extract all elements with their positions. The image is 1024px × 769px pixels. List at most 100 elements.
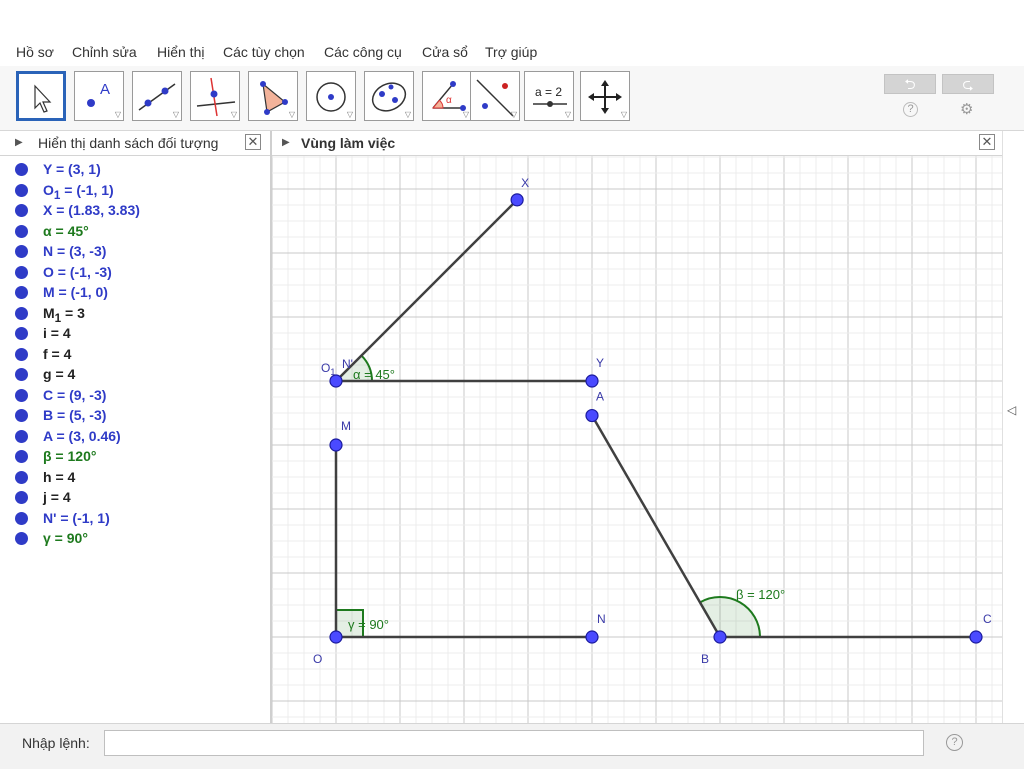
algebra-item-text: h = 4 bbox=[43, 468, 76, 485]
tool-move-graphics[interactable]: ▽ bbox=[580, 71, 630, 121]
menu-options[interactable]: Các tùy chọn bbox=[223, 44, 305, 60]
tool-slider[interactable]: a = 2 ▽ bbox=[524, 71, 574, 121]
move-arrow-icon bbox=[34, 84, 52, 113]
help-icon[interactable]: ? bbox=[903, 102, 918, 117]
algebra-item[interactable]: g = 4 bbox=[0, 364, 270, 385]
algebra-item[interactable]: O = (-1, -3) bbox=[0, 262, 270, 283]
algebra-item[interactable]: j = 4 bbox=[0, 487, 270, 508]
algebra-item[interactable]: f = 4 bbox=[0, 344, 270, 365]
algebra-item[interactable]: i = 4 bbox=[0, 323, 270, 344]
visibility-dot-icon[interactable] bbox=[15, 429, 28, 443]
visibility-dot-icon[interactable] bbox=[15, 532, 28, 545]
algebra-item[interactable]: γ = 90° bbox=[0, 528, 270, 549]
angle-label: β = 120° bbox=[736, 587, 785, 602]
algebra-item[interactable]: N = (3, -3) bbox=[0, 241, 270, 262]
expand-panel-icon[interactable]: ◁ bbox=[1007, 403, 1016, 417]
slider-icon-label: a = 2 bbox=[535, 85, 562, 99]
algebra-item-text: γ = 90° bbox=[43, 530, 88, 546]
menu-bar: Hồ sơ Chỉnh sửa Hiển thị Các tùy chọn Cá… bbox=[0, 40, 1024, 64]
tool-perpendicular[interactable]: ▽ bbox=[190, 71, 240, 121]
algebra-item[interactable]: O1 = (-1, 1) bbox=[0, 180, 270, 201]
visibility-dot-icon[interactable] bbox=[15, 491, 28, 504]
visibility-dot-icon[interactable] bbox=[15, 183, 28, 197]
menu-view[interactable]: Hiển thị bbox=[157, 44, 204, 60]
point-label: O bbox=[313, 652, 322, 666]
command-input[interactable] bbox=[104, 730, 924, 756]
menu-file[interactable]: Hồ sơ bbox=[16, 44, 54, 60]
algebra-item[interactable]: A = (3, 0.46) bbox=[0, 426, 270, 447]
algebra-item-text: C = (9, -3) bbox=[43, 386, 107, 403]
drawing-canvas[interactable]: α = 45°β = 120°γ = 90°XO1YAMONBCN' bbox=[272, 156, 1002, 723]
algebra-item[interactable]: B = (5, -3) bbox=[0, 405, 270, 426]
visibility-dot-icon[interactable] bbox=[15, 265, 28, 279]
algebra-item-text: f = 4 bbox=[43, 345, 72, 362]
menu-edit[interactable]: Chỉnh sửa bbox=[72, 44, 137, 60]
menu-help[interactable]: Trợ giúp bbox=[485, 44, 537, 60]
algebra-item-text: β = 120° bbox=[43, 448, 97, 464]
point-label: C bbox=[983, 612, 992, 626]
algebra-item-text: g = 4 bbox=[43, 366, 76, 382]
tool-line[interactable]: ▽ bbox=[132, 71, 182, 121]
algebra-item[interactable]: h = 4 bbox=[0, 467, 270, 488]
visibility-dot-icon[interactable] bbox=[15, 388, 28, 402]
tool-circle[interactable]: ▽ bbox=[306, 71, 356, 121]
collapse-arrow-icon[interactable]: ▶ bbox=[282, 137, 290, 148]
point-label: O1 bbox=[321, 361, 335, 377]
point-label: N' bbox=[342, 357, 353, 371]
close-algebra-icon[interactable]: ✕ bbox=[245, 134, 261, 150]
visibility-dot-icon[interactable] bbox=[15, 224, 28, 238]
tool-point[interactable]: A ▽ bbox=[74, 71, 124, 121]
tool-move[interactable] bbox=[16, 71, 66, 121]
algebra-item-text: O1 = (-1, 1) bbox=[43, 181, 114, 202]
algebra-item[interactable]: C = (9, -3) bbox=[0, 385, 270, 406]
menu-window[interactable]: Cửa sổ bbox=[422, 44, 468, 60]
point-label: M bbox=[341, 419, 351, 433]
algebra-item-text: N = (3, -3) bbox=[43, 243, 107, 259]
algebra-item[interactable]: X = (1.83, 3.83) bbox=[0, 200, 270, 221]
close-graphics-icon[interactable]: ✕ bbox=[979, 134, 995, 150]
help-icon[interactable]: ? bbox=[946, 734, 963, 751]
point-o bbox=[329, 630, 343, 644]
point-b bbox=[713, 630, 727, 644]
algebra-item[interactable]: N' = (-1, 1) bbox=[0, 508, 270, 529]
undo-button[interactable]: ⮌ bbox=[884, 74, 936, 94]
point-x bbox=[510, 193, 524, 207]
tool-polygon[interactable]: ▽ bbox=[248, 71, 298, 121]
tool-reflect[interactable]: ▽ bbox=[470, 71, 520, 121]
visibility-dot-icon[interactable] bbox=[15, 470, 28, 484]
visibility-dot-icon[interactable] bbox=[15, 450, 28, 463]
menu-tools[interactable]: Các công cụ bbox=[324, 44, 402, 60]
visibility-dot-icon[interactable] bbox=[15, 409, 28, 422]
point-label: X bbox=[521, 176, 529, 190]
algebra-view: ▶ Hiển thị danh sách đối tượng ✕ Y = (3,… bbox=[0, 131, 272, 723]
visibility-dot-icon[interactable] bbox=[15, 163, 28, 176]
point-label: B bbox=[701, 652, 709, 666]
algebra-item-text: i = 4 bbox=[43, 325, 71, 341]
collapse-arrow-icon[interactable]: ▶ bbox=[15, 137, 23, 148]
visibility-dot-icon[interactable] bbox=[15, 511, 28, 525]
settings-gear-icon[interactable]: ⚙ bbox=[960, 100, 973, 118]
segment bbox=[335, 198, 519, 382]
graphics-title: Vùng làm việc bbox=[301, 135, 396, 151]
visibility-dot-icon[interactable] bbox=[15, 286, 28, 299]
algebra-item[interactable]: Y = (3, 1) bbox=[0, 159, 270, 180]
graphics-view: ▶ Vùng làm việc ✕ α = 45° β = 120° γ = 90°… bbox=[272, 131, 1002, 723]
algebra-item-text: O = (-1, -3) bbox=[43, 263, 112, 280]
point-y bbox=[585, 374, 599, 388]
redo-button[interactable]: ⮎ bbox=[942, 74, 994, 94]
algebra-item-text: B = (5, -3) bbox=[43, 407, 107, 423]
tool-ellipse[interactable]: ▽ bbox=[364, 71, 414, 121]
visibility-dot-icon[interactable] bbox=[15, 245, 28, 258]
visibility-dot-icon[interactable] bbox=[15, 327, 28, 340]
visibility-dot-icon[interactable] bbox=[15, 368, 28, 381]
visibility-dot-icon[interactable] bbox=[15, 347, 28, 361]
algebra-item[interactable]: β = 120° bbox=[0, 446, 270, 467]
tool-angle[interactable]: α ▽ bbox=[422, 71, 472, 121]
point-label: A bbox=[596, 390, 604, 404]
visibility-dot-icon[interactable] bbox=[15, 204, 28, 217]
algebra-item[interactable]: α = 45° bbox=[0, 221, 270, 242]
graphics-header: ▶ Vùng làm việc ✕ bbox=[272, 131, 1002, 156]
algebra-item[interactable]: M1 = 3 bbox=[0, 303, 270, 324]
visibility-dot-icon[interactable] bbox=[15, 306, 28, 320]
algebra-item[interactable]: M = (-1, 0) bbox=[0, 282, 270, 303]
